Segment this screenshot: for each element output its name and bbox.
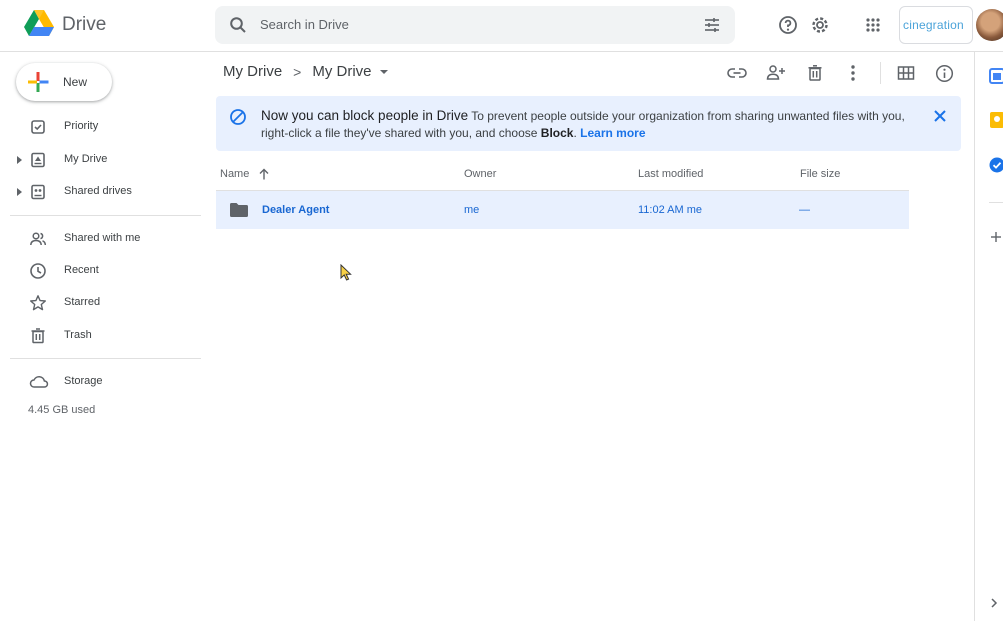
search-input[interactable]: Search in Drive [260,17,349,32]
folder-icon [230,203,248,217]
file-size: — [799,204,810,216]
plus-icon [27,71,49,93]
grid-view-icon[interactable] [894,61,918,85]
new-button-label: New [63,75,88,89]
sidebar-item-recent[interactable]: Recent [0,257,200,285]
breadcrumb-root[interactable]: My Drive [223,63,282,80]
drive-logo-icon[interactable] [24,10,54,38]
help-icon[interactable] [775,12,801,38]
people-icon [29,230,47,248]
account-avatar[interactable] [976,9,1003,41]
search-icon[interactable] [229,16,247,34]
sidebar-item-label: Priority [64,120,99,132]
top-bar: Drive Search in Drive cinegration [0,0,1003,52]
breadcrumb-current[interactable]: My Drive [312,63,371,80]
sidebar-item-label: Storage [64,375,103,387]
file-owner: me [464,204,480,216]
file-last-modified: 11:02 AM me [638,204,702,216]
priority-icon [29,118,47,136]
clock-icon [29,262,47,280]
column-header-owner[interactable]: Owner [464,168,496,180]
side-panel [974,52,1003,621]
expand-arrow-icon[interactable] [17,156,22,164]
sidebar-item-label: Trash [64,329,92,341]
search-bar[interactable]: Search in Drive [215,6,735,44]
expand-arrow-icon[interactable] [17,188,22,196]
column-header-last-modified[interactable]: Last modified [638,168,703,180]
star-icon [29,294,47,312]
breadcrumb: My Drive > My Drive [223,63,388,80]
side-panel-divider [989,202,1003,203]
sidebar-item-trash[interactable]: Trash [0,322,200,350]
sidebar-item-my-drive[interactable]: My Drive [0,146,200,174]
sidebar-item-shared-with-me[interactable]: Shared with me [0,225,200,253]
sidebar-item-label: Shared drives [64,185,132,197]
cloud-icon [29,373,49,391]
breadcrumb-separator: > [293,63,302,80]
sidebar-divider [10,358,201,359]
chevron-right-icon[interactable] [989,597,1003,613]
more-actions-icon[interactable] [841,61,865,85]
column-header-file-size[interactable]: File size [800,168,840,180]
learn-more-link[interactable]: Learn more [580,126,645,140]
app-title[interactable]: Drive [62,14,106,36]
column-name-label: Name [220,168,250,180]
banner-title: Now you can block people in Drive [261,108,469,123]
sidebar-item-label: Shared with me [64,232,141,244]
sidebar-item-label: Recent [64,264,99,276]
sidebar-item-priority[interactable]: Priority [0,113,200,141]
storage-used-text: 4.45 GB used [28,404,96,416]
trash-icon [29,327,47,345]
sidebar-divider [10,215,201,216]
chevron-down-icon[interactable] [379,69,388,74]
toolbar-divider [880,62,881,84]
keep-notes-icon[interactable] [989,112,1003,128]
share-add-person-icon[interactable] [764,61,788,85]
block-icon [229,108,247,126]
info-details-icon[interactable] [932,61,956,85]
apps-grid-icon[interactable] [860,12,886,38]
delete-trash-icon[interactable] [803,61,827,85]
sidebar-item-starred[interactable]: Starred [0,289,200,317]
organization-logo[interactable]: cinegration [899,6,973,44]
banner-message: Now you can block people in Drive To pre… [261,107,921,142]
sidebar-item-storage[interactable]: Storage [0,368,200,396]
column-header-name[interactable]: Name [220,168,269,180]
block-people-banner: Now you can block people in Drive To pre… [216,96,961,151]
table-row[interactable]: Dealer Agent me 11:02 AM me — [216,191,909,229]
shared-drives-icon [29,183,47,201]
new-button[interactable]: New [16,63,112,101]
get-addons-plus-icon[interactable] [989,230,1003,246]
sidebar-item-label: Starred [64,296,101,308]
banner-bold-block: Block [540,126,574,140]
sort-ascending-arrow-icon[interactable] [259,168,269,180]
mouse-pointer-icon [340,264,352,281]
close-icon[interactable] [933,109,947,123]
get-link-icon[interactable] [725,61,749,85]
file-name[interactable]: Dealer Agent [262,204,329,216]
sidebar-item-label: My Drive [64,153,108,165]
sidebar-item-shared-drives[interactable]: Shared drives [0,178,200,206]
calendar-icon[interactable] [989,68,1003,84]
tasks-icon[interactable] [989,157,1003,173]
settings-gear-icon[interactable] [807,12,833,38]
my-drive-icon [29,151,47,169]
search-options-icon[interactable] [703,16,721,34]
organization-name: cinegration [903,18,964,32]
